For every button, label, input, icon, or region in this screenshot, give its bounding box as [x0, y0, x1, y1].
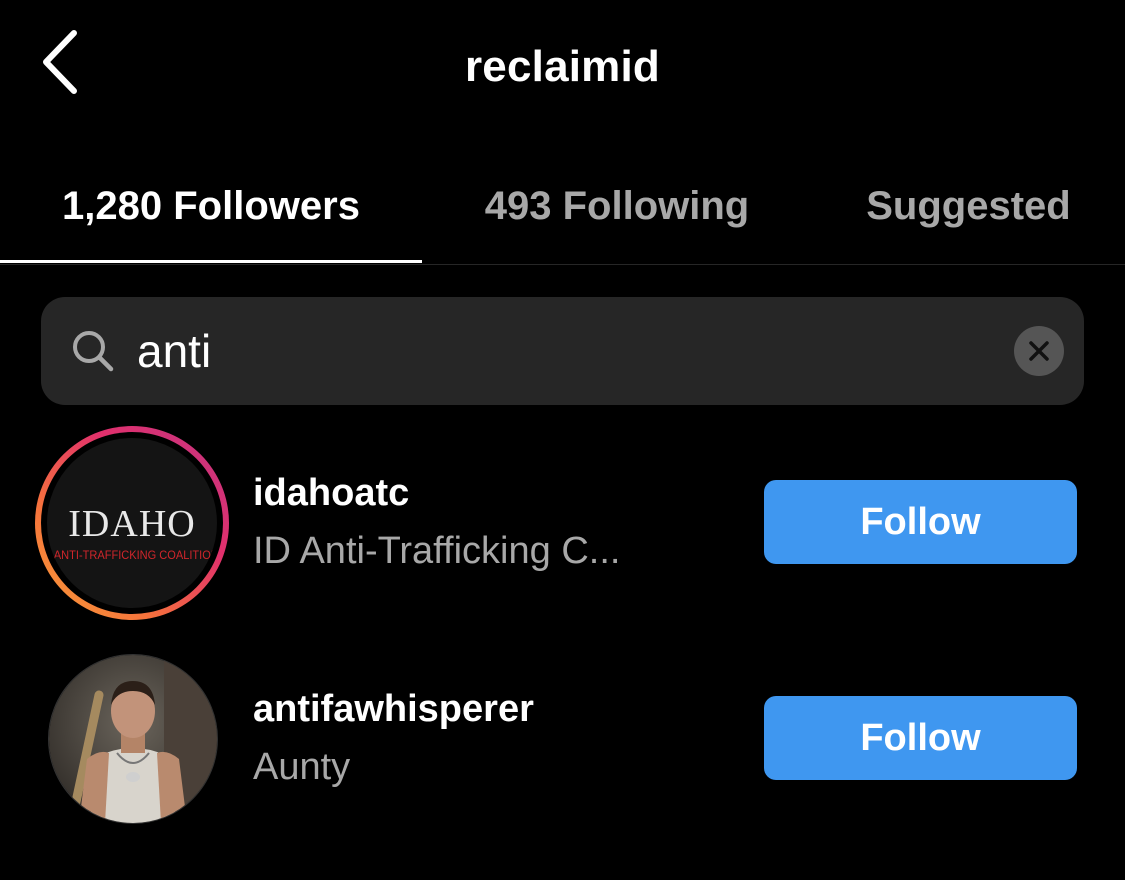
full-name: ID Anti-Trafficking C...	[253, 530, 621, 572]
header: reclaimid	[0, 0, 1125, 140]
tab-suggested[interactable]: Suggested	[812, 150, 1125, 262]
search-icon	[73, 331, 114, 372]
avatar-photo	[49, 655, 217, 823]
avatar[interactable]	[48, 654, 218, 824]
username[interactable]: idahoatc	[253, 472, 409, 515]
active-tab-indicator	[0, 260, 422, 263]
full-name: Aunty	[253, 746, 351, 788]
clear-icon	[1029, 341, 1049, 361]
page-title: reclaimid	[464, 42, 660, 91]
username[interactable]: antifawhisperer	[253, 688, 534, 731]
list-item[interactable]: IDAHO ANTI-TRAFFICKING COALITION idahoat…	[0, 422, 1125, 622]
tab-bar: 1,280 Followers 493 Following Suggested	[0, 150, 1125, 265]
tab-following[interactable]: 493 Following	[422, 150, 812, 262]
tab-followers[interactable]: 1,280 Followers	[0, 150, 422, 262]
follow-button[interactable]: Follow	[764, 696, 1077, 780]
avatar-logo-subtitle: ANTI-TRAFFICKING COALITION	[53, 548, 217, 562]
follow-button[interactable]: Follow	[764, 480, 1077, 564]
search-input[interactable]	[137, 317, 997, 385]
story-ring-avatar[interactable]: IDAHO ANTI-TRAFFICKING COALITION	[35, 426, 229, 620]
avatar: IDAHO ANTI-TRAFFICKING COALITION	[47, 438, 217, 608]
search-bar	[41, 297, 1084, 405]
list-item[interactable]: antifawhisperer Aunty Follow	[0, 650, 1125, 850]
clear-search-button[interactable]	[1014, 326, 1064, 376]
avatar-logo-title: IDAHO	[68, 503, 196, 545]
